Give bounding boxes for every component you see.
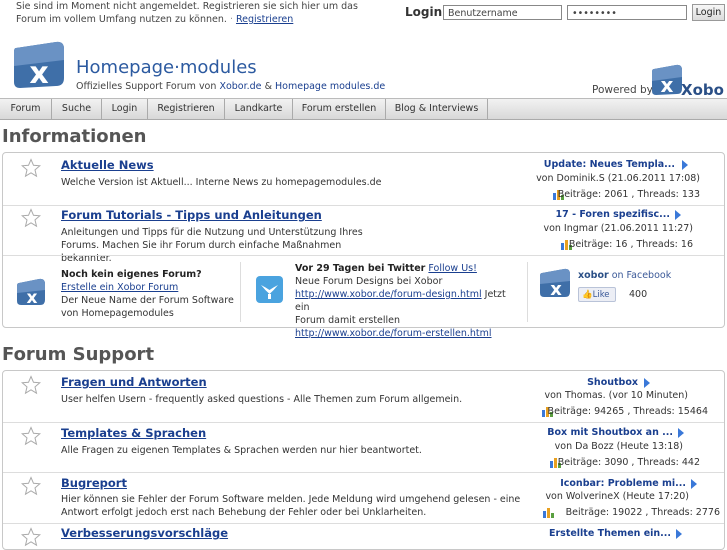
top-bar: Sie sind im Moment nicht angemeldet. Reg… <box>0 0 727 28</box>
row-divider <box>3 422 724 423</box>
nav-suche[interactable]: Suche <box>52 99 102 119</box>
promo-divider <box>527 262 528 322</box>
go-to-last-post-icon[interactable] <box>678 428 684 438</box>
forum-stats: Beiträge: 19022 , Threads: 2776 <box>565 507 720 518</box>
svg-text:Xobor: Xobor <box>681 81 724 97</box>
forum-stats: Beiträge: 94265 , Threads: 15464 <box>547 406 708 417</box>
login-button[interactable]: Login <box>692 4 725 21</box>
row-divider <box>3 523 724 524</box>
star-icon[interactable] <box>21 158 41 178</box>
own-forum-promo: Noch kein eigenes Forum? Erstelle ein Xo… <box>61 269 234 319</box>
last-post-author: von Dominik.S (21.06.2011 17:08) <box>536 173 700 184</box>
forum-description: Welche Version ist Aktuell... Interne Ne… <box>61 177 382 188</box>
last-post-author: von Da Bozz (Heute 13:18) <box>554 441 683 452</box>
xobor-logo[interactable]: x Xobor <box>652 63 724 97</box>
facebook-brand: xobor on Facebook <box>578 270 672 281</box>
forum-title[interactable]: Templates & Sprachen <box>61 426 206 440</box>
svg-text:x: x <box>550 279 562 298</box>
forum-title[interactable]: Bugreport <box>61 476 127 490</box>
last-post-author: von Ingmar (21.06.2011 11:27) <box>543 223 693 234</box>
go-to-last-post-icon[interactable] <box>682 160 688 170</box>
xobor-facebook-logo[interactable]: x <box>540 268 572 298</box>
password-input[interactable]: •••••••• <box>567 5 687 20</box>
homepagemodules-de-link[interactable]: Homepage modules.de <box>275 81 385 92</box>
twitter-follow-link[interactable]: Follow Us! <box>428 263 477 274</box>
forum-title[interactable]: Forum Tutorials - Tipps und Anleitungen <box>61 208 322 222</box>
username-input[interactable]: Benutzername <box>443 5 562 20</box>
go-to-last-post-icon[interactable] <box>644 378 650 388</box>
homepagemodules-logo[interactable]: x <box>12 40 66 90</box>
svg-text:x: x <box>27 288 38 306</box>
forum-stats: Beiträge: 2061 , Threads: 133 <box>557 189 700 200</box>
last-post-title[interactable]: Update: Neues Templa... <box>544 159 675 170</box>
last-post-title[interactable]: 17 - Foren spezifisc... <box>556 209 670 220</box>
forum-stats: Beiträge: 3090 , Threads: 442 <box>557 457 700 468</box>
star-icon[interactable] <box>21 426 41 446</box>
forum-title[interactable]: Fragen und Antworten <box>61 375 207 389</box>
last-post-title[interactable]: Erstellte Themen ein... <box>549 528 671 539</box>
forum-title[interactable]: Aktuelle News <box>61 158 154 172</box>
forum-description: Hier können sie Fehler der Forum Softwar… <box>61 494 521 518</box>
star-icon[interactable] <box>21 208 41 228</box>
last-post-author: von Thomas. (vor 10 Minuten) <box>544 390 688 401</box>
site-title[interactable]: Homepage·modules <box>76 57 257 78</box>
last-post-title[interactable]: Shoutbox <box>587 377 638 388</box>
site-subtitle: Offizielles Support Forum von Xobor.de &… <box>76 81 386 92</box>
stats-icon <box>543 508 554 518</box>
svg-text:x: x <box>29 56 48 90</box>
forum-description: User helfen Usern - frequently asked que… <box>61 394 463 405</box>
forum-description: Anleitungen und Tipps für die Nutzung un… <box>61 227 363 264</box>
forum-description: Alle Fragen zu eigenen Templates & Sprac… <box>61 445 422 456</box>
go-to-last-post-icon[interactable] <box>691 479 697 489</box>
facebook-like-button[interactable]: 👍Like <box>578 287 616 302</box>
nav-forum-erstellen[interactable]: Forum erstellen <box>293 99 386 119</box>
nav-blog-interviews[interactable]: Blog & Interviews <box>386 99 488 119</box>
row-divider <box>3 472 724 473</box>
password-value: •••••••• <box>572 8 617 19</box>
forum-stats: Beiträge: 16 , Threads: 16 <box>568 239 693 250</box>
create-forum-link[interactable]: Erstelle ein Xobor Forum <box>61 282 178 293</box>
nav-registrieren[interactable]: Registrieren <box>148 99 225 119</box>
last-post-title[interactable]: Iconbar: Probleme mi... <box>560 478 686 489</box>
register-link[interactable]: Registrieren <box>236 14 293 25</box>
go-to-last-post-icon[interactable] <box>675 210 681 220</box>
star-icon[interactable] <box>21 527 41 547</box>
go-to-last-post-icon[interactable] <box>676 529 682 539</box>
twitter-promo: Vor 29 Tagen bei Twitter Follow Us! Neue… <box>295 263 506 339</box>
login-label: Login· <box>405 5 446 19</box>
twitter-icon[interactable] <box>256 276 283 303</box>
guest-notice: Sie sind im Moment nicht angemeldet. Reg… <box>16 1 358 25</box>
facebook-like-count: 400 <box>629 289 648 300</box>
nav-landkarte[interactable]: Landkarte <box>225 99 293 119</box>
username-placeholder: Benutzername <box>448 8 518 19</box>
star-icon[interactable] <box>21 375 41 395</box>
xobor-small-logo: x <box>17 278 45 306</box>
guest-notice-line2: Forum im vollem Umfang nutzen zu können. <box>16 14 227 25</box>
guest-notice-line1: Sie sind im Moment nicht angemeldet. Reg… <box>16 1 358 12</box>
category-title: Informationen <box>2 126 147 147</box>
last-post-author: von WolverineX (Heute 17:20) <box>545 491 689 502</box>
category-title: Forum Support <box>2 344 155 365</box>
xobor-de-link[interactable]: Xobor.de <box>219 81 261 92</box>
powered-by-label: Powered by <box>592 84 653 96</box>
forum-design-link[interactable]: http://www.xobor.de/forum-design.html <box>295 289 482 300</box>
main-nav: Forum Suche Login Registrieren Landkarte… <box>0 98 727 120</box>
row-divider <box>3 255 724 256</box>
last-post-title[interactable]: Box mit Shoutbox an ... <box>547 427 673 438</box>
forum-title[interactable]: Verbesserungsvorschläge <box>61 526 228 540</box>
thumbs-up-icon: 👍 <box>582 290 593 300</box>
row-divider <box>3 205 724 206</box>
svg-text:x: x <box>661 73 674 97</box>
star-icon[interactable] <box>21 476 41 496</box>
forum-erstellen-link[interactable]: http://www.xobor.de/forum-erstellen.html <box>295 328 492 339</box>
nav-forum[interactable]: Forum <box>0 99 52 119</box>
nav-login[interactable]: Login <box>102 99 148 119</box>
promo-divider <box>240 262 241 322</box>
